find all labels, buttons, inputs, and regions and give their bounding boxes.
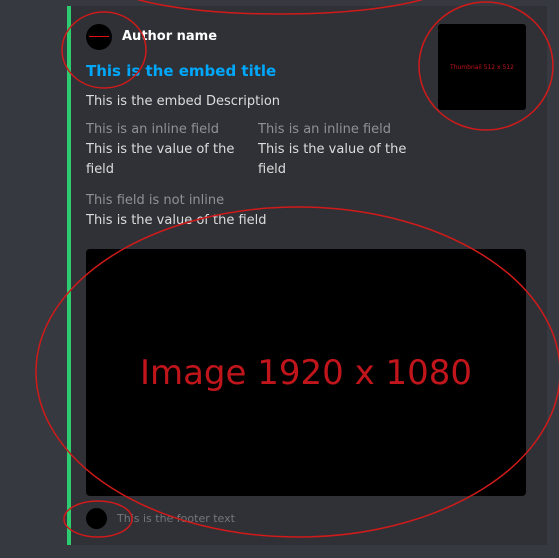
field-value: This is the value of the field	[258, 142, 407, 177]
field-name: This is an inline field	[258, 122, 392, 137]
embed-footer: This is the footer text	[86, 507, 235, 529]
embed-field-block: This field is not inline This is the val…	[86, 191, 386, 231]
field-value: This is the value of the field	[86, 142, 235, 177]
field-value: This is the value of the field	[86, 213, 267, 228]
thumbnail-label: Thumbnail 512 x 512	[450, 63, 514, 71]
embed-description: This is the embed Description	[86, 94, 281, 109]
avatar-placeholder-mark	[89, 36, 109, 37]
embed-author: Author name	[86, 23, 217, 51]
embed-thumbnail[interactable]: Thumbnail 512 x 512	[438, 24, 526, 110]
embed-field-inline-2: This is an inline field This is the valu…	[258, 120, 418, 180]
footer-avatar-icon	[86, 507, 107, 529]
embed-field-inline-1: This is an inline field This is the valu…	[86, 120, 246, 180]
footer-text: This is the footer text	[117, 511, 235, 525]
discord-message-view: Author name This is the embed title This…	[0, 0, 559, 558]
image-label: Image 1920 x 1080	[139, 352, 473, 393]
author-avatar-icon[interactable]	[86, 24, 112, 50]
field-name: This field is not inline	[86, 193, 225, 208]
field-name: This is an inline field	[86, 122, 220, 137]
embed-image[interactable]: Image 1920 x 1080	[86, 249, 526, 496]
author-name[interactable]: Author name	[122, 23, 217, 51]
embed-title-link[interactable]: This is the embed title	[86, 60, 276, 82]
